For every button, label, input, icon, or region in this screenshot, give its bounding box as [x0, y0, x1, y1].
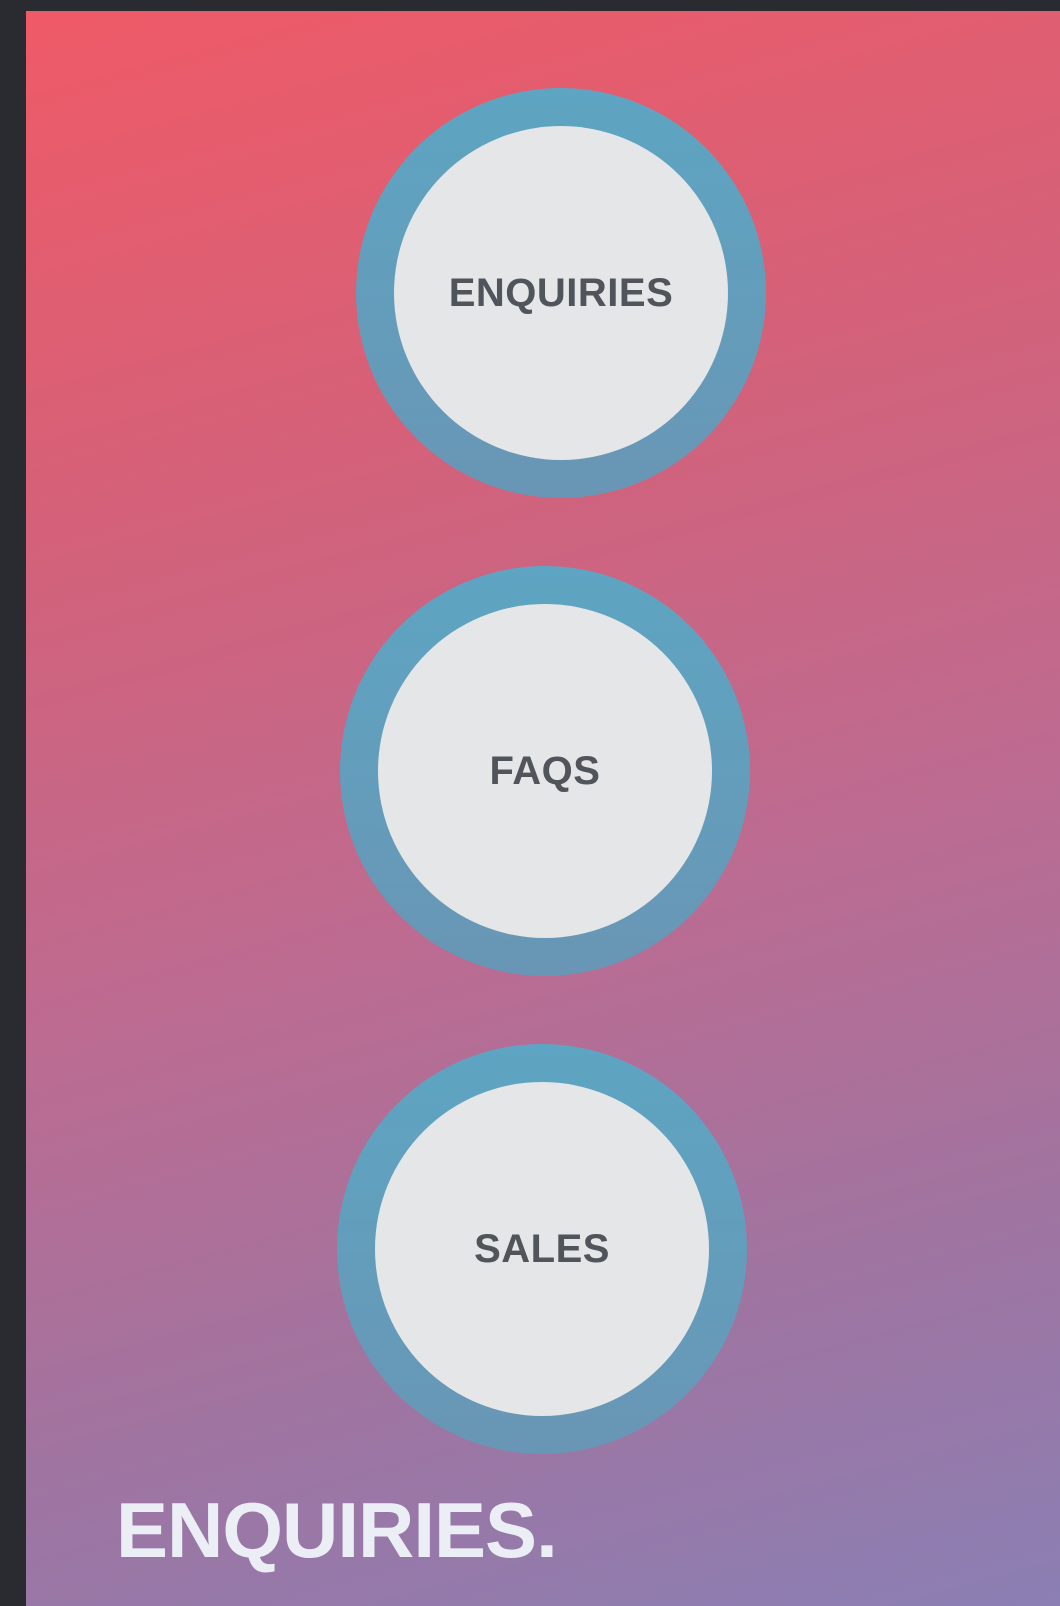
- sales-button[interactable]: SALES: [337, 1044, 747, 1454]
- window-frame: ENQUIRIES FAQS SALES ENQUIRIES.: [0, 0, 1060, 1606]
- faqs-button-label: FAQS: [489, 748, 601, 793]
- faqs-button-face: FAQS: [378, 604, 712, 938]
- enquiries-button[interactable]: ENQUIRIES: [356, 88, 766, 498]
- enquiries-button-label: ENQUIRIES: [448, 270, 674, 315]
- faqs-button[interactable]: FAQS: [340, 566, 750, 976]
- enquiries-button-face: ENQUIRIES: [394, 126, 728, 460]
- gradient-panel: ENQUIRIES FAQS SALES ENQUIRIES.: [26, 11, 1060, 1606]
- sales-button-face: SALES: [375, 1082, 709, 1416]
- sales-button-label: SALES: [474, 1226, 610, 1271]
- page-title: ENQUIRIES.: [116, 1486, 558, 1574]
